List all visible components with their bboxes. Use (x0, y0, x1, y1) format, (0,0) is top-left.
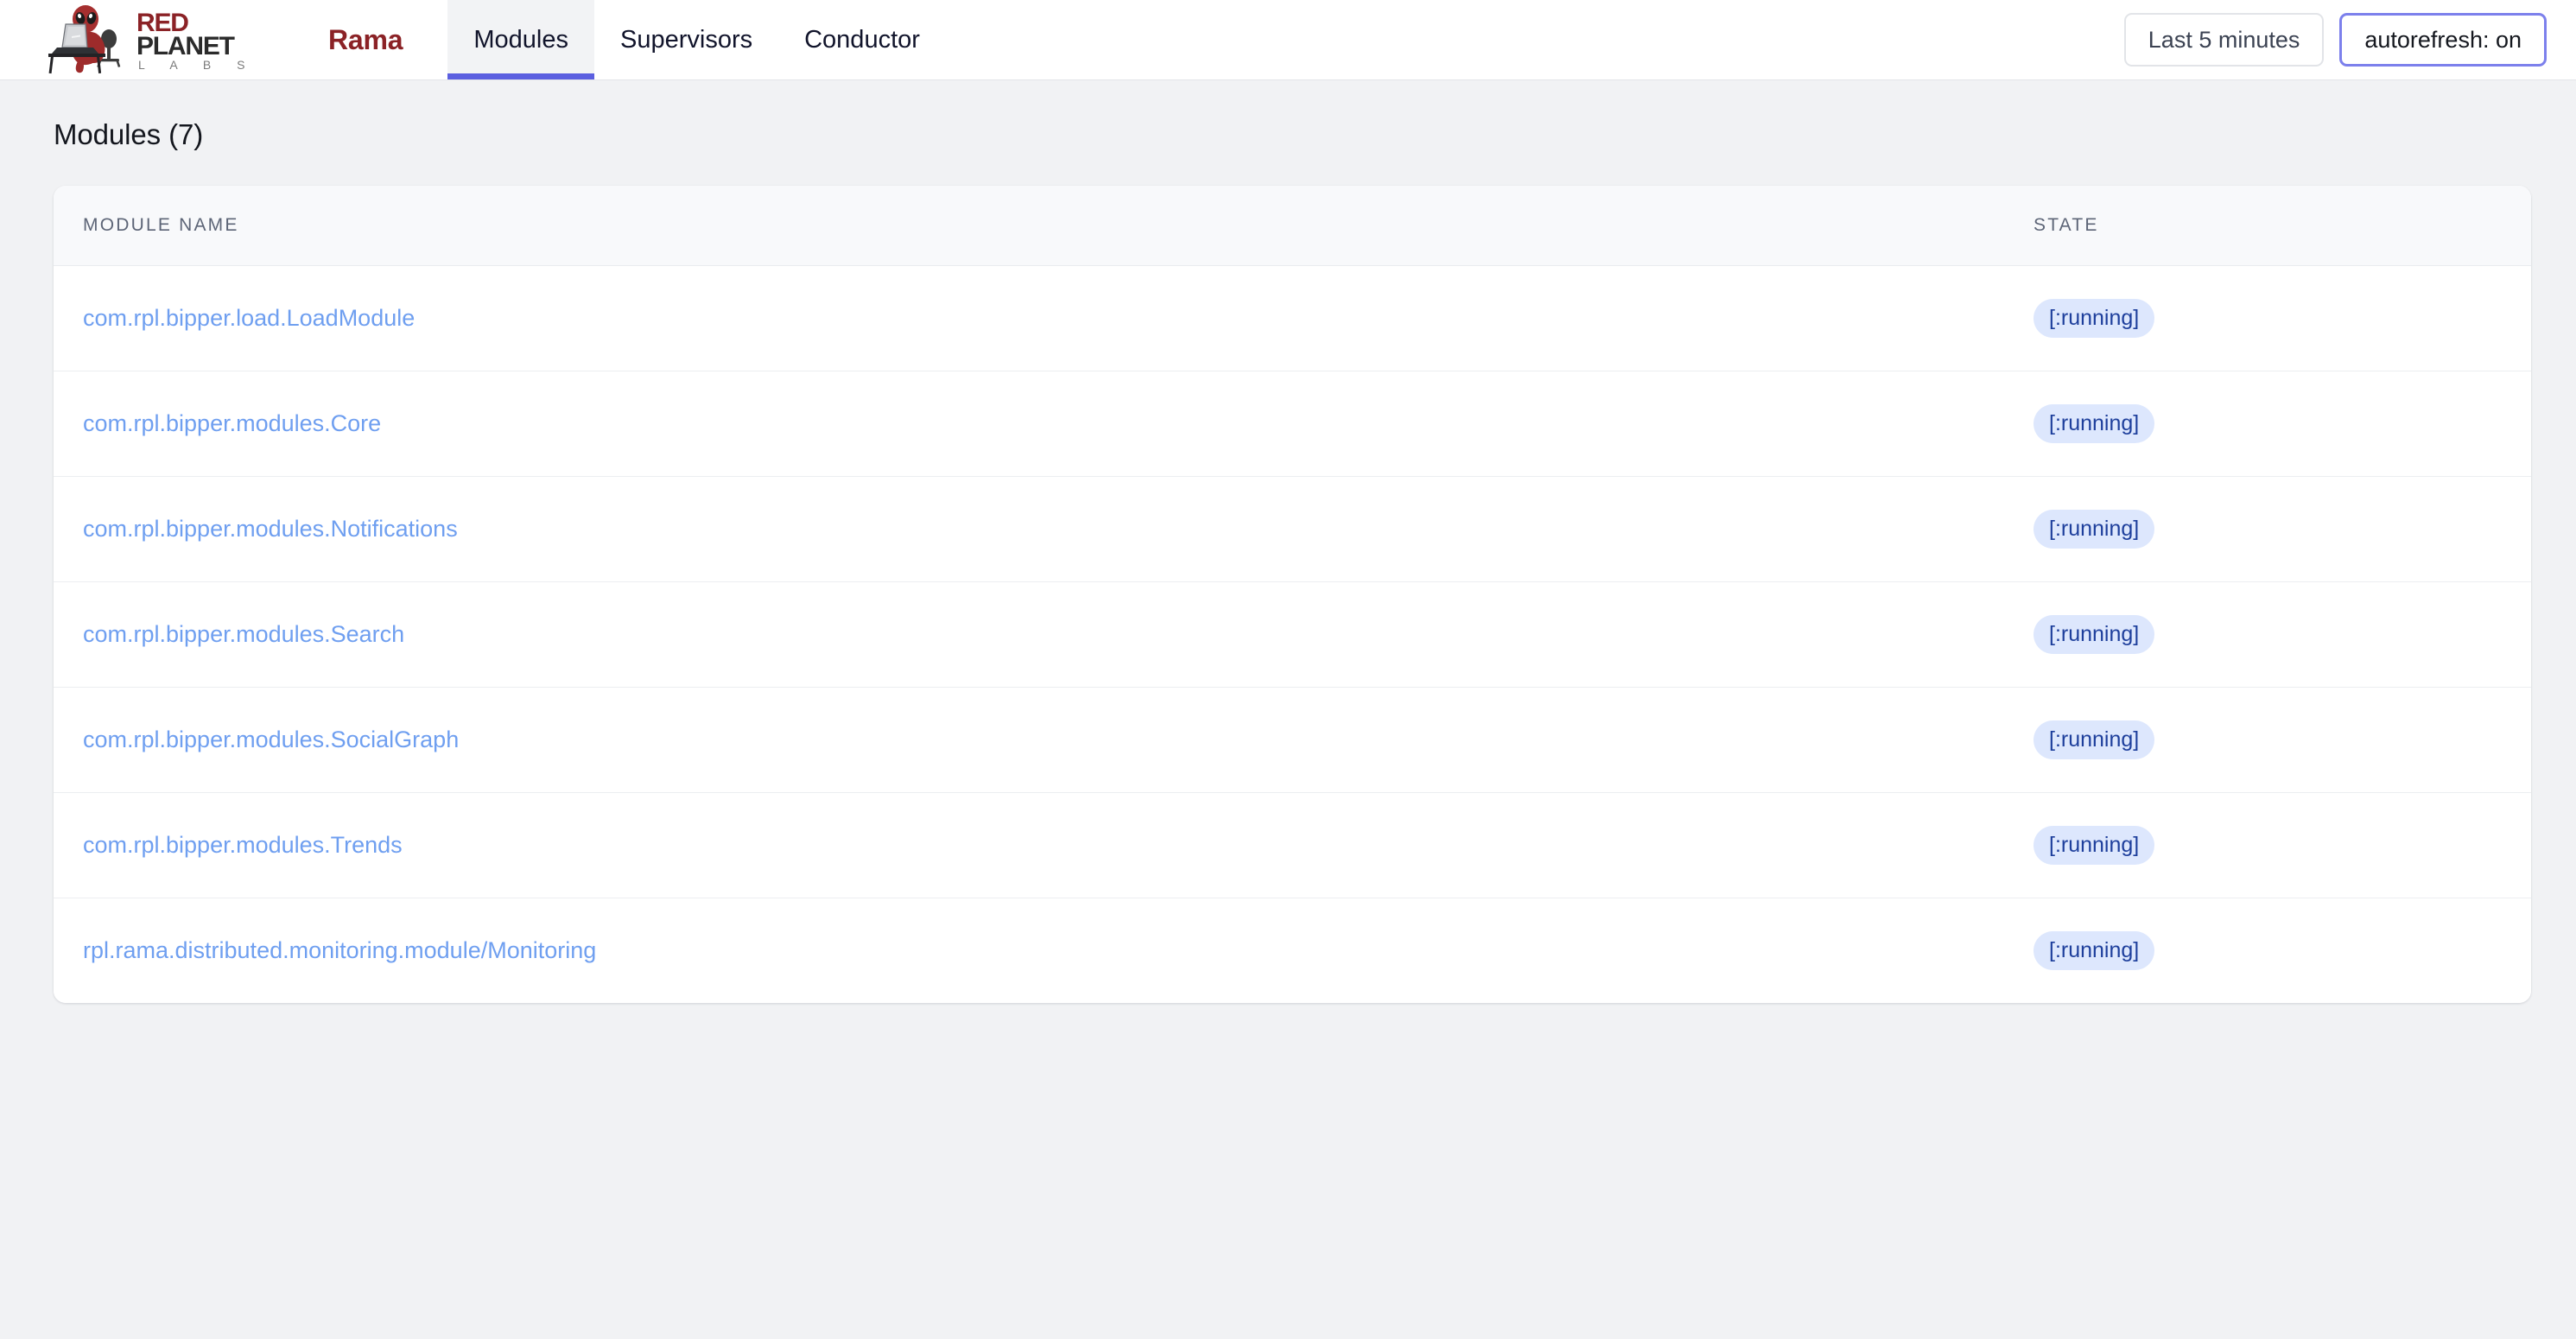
cell-module-name: com.rpl.bipper.modules.Core (54, 371, 2023, 477)
table-header: MODULE NAME STATE (54, 186, 2531, 266)
main-tabs: Modules Supervisors Conductor (447, 0, 946, 79)
module-name-link[interactable]: com.rpl.bipper.modules.SocialGraph (83, 727, 459, 752)
cell-state: [:running] (2023, 265, 2531, 371)
column-header-state: STATE (2023, 186, 2531, 266)
table-row: com.rpl.bipper.modules.SocialGraph [:runn… (54, 687, 2531, 793)
status-badge: [:running] (2034, 931, 2155, 970)
tab-supervisors[interactable]: Supervisors (594, 0, 778, 79)
table-body: com.rpl.bipper.load.LoadModule [:running]… (54, 265, 2531, 1003)
cell-state: [:running] (2023, 687, 2531, 793)
cell-state: [:running] (2023, 476, 2531, 582)
table-row: rpl.rama.distributed.monitoring.module/M… (54, 898, 2531, 1003)
table-row: com.rpl.bipper.modules.Search [:running] (54, 581, 2531, 688)
module-name-link[interactable]: com.rpl.bipper.modules.Core (83, 410, 381, 436)
column-header-module-name: MODULE NAME (54, 186, 2023, 266)
cell-state: [:running] (2023, 371, 2531, 477)
status-badge: [:running] (2034, 615, 2155, 654)
time-range-button[interactable]: Last 5 minutes (2123, 13, 2325, 67)
table-row: com.rpl.bipper.modules.Trends [:running] (54, 792, 2531, 898)
tab-modules[interactable]: Modules (447, 0, 594, 79)
cell-state: [:running] (2023, 898, 2531, 1003)
page-title: Modules (7) (54, 118, 204, 150)
cell-module-name: com.rpl.bipper.load.LoadModule (54, 265, 2023, 371)
modules-table-card: MODULE NAME STATE com.rpl.bipper.load.Lo… (54, 186, 2531, 1003)
module-name-link[interactable]: com.rpl.bipper.modules.Notifications (83, 516, 458, 542)
module-name-link[interactable]: com.rpl.bipper.modules.Trends (83, 832, 403, 858)
table-row: com.rpl.bipper.modules.Core [:running] (54, 371, 2531, 477)
wordmark-labs: L A B S (138, 58, 256, 72)
autorefresh-toggle-button[interactable]: autorefresh: on (2339, 13, 2547, 67)
product-name-rama: Rama (328, 23, 403, 55)
top-navigation-bar: RED PLANET L A B S Rama Modules Supervis… (0, 0, 2576, 80)
cell-module-name: com.rpl.bipper.modules.Trends (54, 792, 2023, 898)
cell-state: [:running] (2023, 581, 2531, 688)
modules-table: MODULE NAME STATE com.rpl.bipper.load.Lo… (54, 186, 2531, 1003)
table-header-row: MODULE NAME STATE (54, 186, 2531, 266)
topbar-controls: Last 5 minutes autorefresh: on (2123, 0, 2576, 79)
wordmark-planet: PLANET (136, 32, 235, 60)
tab-conductor[interactable]: Conductor (778, 0, 946, 79)
page-content: Modules (7) MODULE NAME STATE com.rpl.bi… (0, 80, 2576, 1003)
status-badge: [:running] (2034, 826, 2155, 865)
red-planet-labs-wordmark: RED PLANET L A B S (136, 8, 306, 72)
cell-module-name: com.rpl.bipper.modules.Search (54, 581, 2023, 688)
brand-logo-group[interactable]: RED PLANET L A B S Rama (0, 0, 403, 79)
status-badge: [:running] (2034, 510, 2155, 549)
module-name-link[interactable]: com.rpl.bipper.modules.Search (83, 621, 404, 647)
alien-at-laptop-icon (48, 5, 121, 74)
cell-module-name: com.rpl.bipper.modules.Notifications (54, 476, 2023, 582)
table-row: com.rpl.bipper.load.LoadModule [:running] (54, 265, 2531, 371)
status-badge: [:running] (2034, 404, 2155, 443)
cell-module-name: com.rpl.bipper.modules.SocialGraph (54, 687, 2023, 793)
status-badge: [:running] (2034, 299, 2155, 338)
cell-module-name: rpl.rama.distributed.monitoring.module/M… (54, 898, 2023, 1003)
cell-state: [:running] (2023, 792, 2531, 898)
table-row: com.rpl.bipper.modules.Notifications [:ru… (54, 476, 2531, 582)
module-name-link[interactable]: com.rpl.bipper.load.LoadModule (83, 305, 415, 331)
status-badge: [:running] (2034, 720, 2155, 759)
module-name-link[interactable]: rpl.rama.distributed.monitoring.module/M… (83, 937, 596, 963)
